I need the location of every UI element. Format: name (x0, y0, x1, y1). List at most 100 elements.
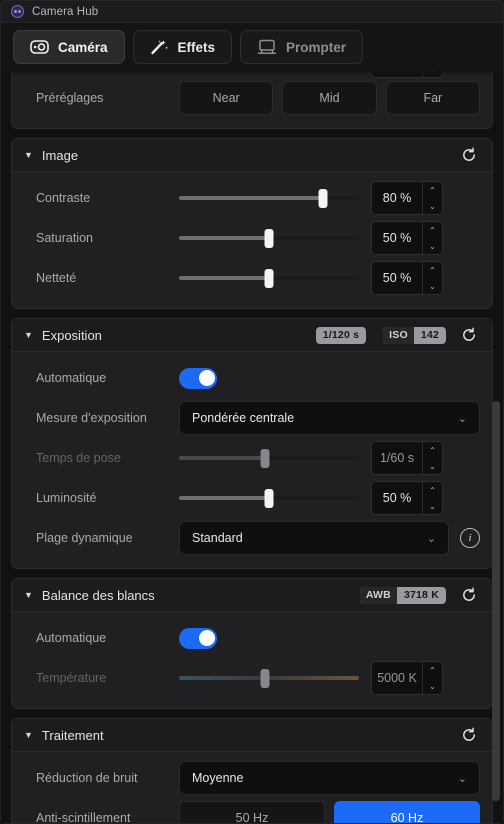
saturation-stepper-up[interactable]: ⌃ (423, 222, 442, 238)
shutter-stepper-up[interactable]: ⌃ (423, 442, 442, 458)
saturation-value-field[interactable]: 50 % ⌃ ⌄ (371, 221, 443, 255)
image-reset-icon[interactable] (458, 144, 480, 166)
shutter-slider-thumb[interactable] (260, 448, 270, 468)
white-balance-auto-toggle[interactable] (179, 627, 217, 649)
image-section-header[interactable]: ▼ Image (12, 139, 492, 172)
brightness-label: Luminosité (36, 491, 97, 505)
sharpness-value-field[interactable]: 50 % ⌃ ⌄ (371, 261, 443, 295)
teleprompter-icon (257, 39, 277, 55)
tab-camera[interactable]: Caméra (13, 30, 125, 64)
white-balance-caret-icon[interactable]: ▼ (24, 590, 33, 600)
temperature-stepper-down[interactable]: ⌄ (423, 678, 442, 694)
tab-prompter[interactable]: Prompter (240, 30, 364, 64)
shutter-speed-badge: 1/120 s (315, 326, 367, 344)
awb-badge-value: 3718 K (403, 589, 439, 601)
settings-list: Mise au point ⌃ ⌄ (11, 71, 493, 823)
processing-reset-icon[interactable] (458, 724, 480, 746)
exposure-auto-toggle[interactable] (179, 367, 217, 389)
saturation-stepper-down[interactable]: ⌄ (423, 238, 442, 254)
tab-bar: Caméra Effets Prompter (1, 23, 503, 71)
brightness-stepper-up[interactable]: ⌃ (423, 482, 442, 498)
saturation-row: Saturation 50 % ⌃ ⌄ (24, 218, 480, 258)
exposure-reset-icon[interactable] (458, 324, 480, 346)
sharpness-row: Netteté 50 % ⌃ ⌄ (24, 258, 480, 298)
contrast-stepper[interactable]: ⌃ ⌄ (422, 182, 442, 214)
saturation-stepper[interactable]: ⌃ ⌄ (422, 222, 442, 254)
shutter-value-field[interactable]: 1/60 s ⌃ ⌄ (371, 441, 443, 475)
sharpness-stepper-up[interactable]: ⌃ (423, 262, 442, 278)
contrast-value-field[interactable]: 80 % ⌃ ⌄ (371, 181, 443, 215)
processing-section-header[interactable]: ▼ Traitement (12, 719, 492, 752)
camera-hub-icon (11, 5, 24, 18)
magic-wand-icon (150, 39, 169, 55)
contrast-value: 80 % (382, 191, 412, 205)
noise-reduction-row: Réduction de bruit Moyenne ⌄ (24, 758, 480, 798)
brightness-value-field[interactable]: 50 % ⌃ ⌄ (371, 481, 443, 515)
sharpness-slider[interactable] (179, 268, 359, 288)
contrast-stepper-down[interactable]: ⌄ (423, 198, 442, 214)
temperature-slider[interactable] (179, 668, 359, 688)
contrast-stepper-up[interactable]: ⌃ (423, 182, 442, 198)
saturation-slider-fill (179, 236, 269, 240)
contrast-row: Contraste 80 % ⌃ ⌄ (24, 178, 480, 218)
processing-caret-icon[interactable]: ▼ (24, 730, 33, 740)
camera-hub-window: Camera Hub Caméra Effets Prompter Prérég… (0, 0, 504, 824)
brightness-stepper[interactable]: ⌃ ⌄ (422, 482, 442, 514)
info-icon[interactable]: i (460, 528, 480, 548)
exposure-section-header[interactable]: ▼ Exposition 1/120 s ISO 142 (12, 319, 492, 352)
white-balance-section-title: Balance des blancs (41, 587, 155, 603)
shutter-row: Temps de pose 1/60 s ⌃ ⌄ (24, 438, 480, 478)
shutter-stepper-down[interactable]: ⌄ (423, 458, 442, 474)
saturation-slider-thumb[interactable] (264, 228, 274, 248)
white-balance-section-header[interactable]: ▼ Balance des blancs AWB 3718 K (12, 579, 492, 612)
focus-value-field[interactable]: ⌃ ⌄ (371, 71, 443, 78)
temperature-slider-thumb[interactable] (260, 668, 270, 688)
brightness-slider[interactable] (179, 488, 359, 508)
dynamic-range-select[interactable]: Standard ⌄ (179, 521, 449, 555)
white-balance-auto-label: Automatique (36, 631, 107, 645)
preset-far-button[interactable]: Far (385, 81, 480, 115)
saturation-slider[interactable] (179, 228, 359, 248)
contrast-slider[interactable] (179, 188, 359, 208)
temperature-stepper-up[interactable]: ⌃ (423, 662, 442, 678)
focus-presets-group: Near Mid Far (179, 81, 480, 115)
white-balance-reset-icon[interactable] (458, 584, 480, 606)
processing-section-title: Traitement (41, 727, 104, 743)
metering-label: Mesure d'exposition (36, 411, 147, 425)
tab-effects-label: Effets (177, 39, 216, 55)
titlebar: Camera Hub (1, 1, 503, 23)
tab-prompter-label: Prompter (286, 39, 347, 55)
image-caret-icon[interactable]: ▼ (24, 150, 33, 160)
preset-near-button[interactable]: Near (179, 81, 274, 115)
shutter-stepper[interactable]: ⌃ ⌄ (422, 442, 442, 474)
presets-label: Préréglages (36, 91, 104, 105)
scrollbar[interactable] (492, 71, 500, 823)
temperature-slider-fill (179, 676, 265, 680)
focus-stepper-down[interactable]: ⌄ (423, 71, 442, 77)
focus-stepper[interactable]: ⌃ ⌄ (422, 71, 442, 77)
tab-effects[interactable]: Effets (132, 30, 233, 64)
flicker-row: Anti-scintillement 50 Hz 60 Hz (24, 798, 480, 823)
saturation-label: Saturation (36, 231, 93, 245)
settings-scroll-area[interactable]: Mise au point ⌃ ⌄ (1, 71, 503, 823)
sharpness-slider-thumb[interactable] (264, 268, 274, 288)
temperature-value-field[interactable]: 5000 K ⌃ ⌄ (371, 661, 443, 695)
preset-mid-button[interactable]: Mid (282, 81, 377, 115)
shutter-slider[interactable] (179, 448, 359, 468)
flicker-60hz-button[interactable]: 60 Hz (334, 801, 480, 823)
contrast-slider-thumb[interactable] (318, 188, 328, 208)
flicker-50hz-button[interactable]: 50 Hz (179, 801, 325, 823)
sharpness-stepper-down[interactable]: ⌄ (423, 278, 442, 294)
dynamic-range-select-value: Standard (192, 531, 243, 545)
shutter-value: 1/60 s (379, 451, 415, 465)
brightness-slider-thumb[interactable] (264, 488, 274, 508)
sharpness-stepper[interactable]: ⌃ ⌄ (422, 262, 442, 294)
temperature-stepper[interactable]: ⌃ ⌄ (422, 662, 442, 694)
exposure-section-body: Automatique Mesure d'exposition Pondérée… (12, 352, 492, 568)
exposure-caret-icon[interactable]: ▼ (24, 330, 33, 340)
metering-select[interactable]: Pondérée centrale ⌄ (179, 401, 480, 435)
noise-reduction-select[interactable]: Moyenne ⌄ (179, 761, 480, 795)
brightness-stepper-down[interactable]: ⌄ (423, 498, 442, 514)
image-section-title: Image (41, 147, 79, 163)
scrollbar-thumb[interactable] (492, 401, 500, 801)
